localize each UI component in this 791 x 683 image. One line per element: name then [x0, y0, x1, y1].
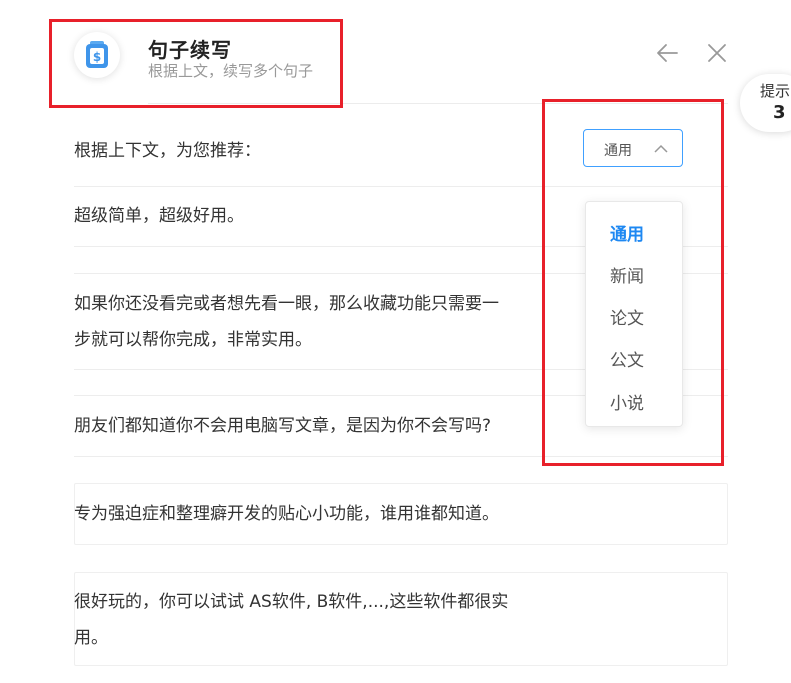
- hint-badge[interactable]: 提示 3: [740, 74, 791, 132]
- close-icon: [708, 44, 726, 62]
- genre-select-value: 通用: [604, 143, 632, 159]
- sentence-item[interactable]: 朋友们都知道你不会用电脑写文章，是因为你不会写吗?: [74, 408, 491, 444]
- sentence-item[interactable]: 专为强迫症和整理癖开发的贴心小功能，谁用谁都知道。: [74, 496, 499, 532]
- chevron-up-icon: [654, 144, 668, 153]
- genre-select[interactable]: 通用: [583, 129, 683, 167]
- back-button[interactable]: [655, 40, 681, 66]
- dropdown-option-news[interactable]: 新闻: [610, 262, 644, 287]
- svg-text:$: $: [93, 50, 101, 64]
- dropdown-option-novel[interactable]: 小说: [610, 389, 644, 414]
- close-button[interactable]: [704, 40, 730, 66]
- clipboard-dollar-icon: $: [86, 41, 108, 68]
- sentence-item[interactable]: 如果你还没看完或者想先看一眼，那么收藏功能只需要一 步就可以帮你完成，非常实用。: [74, 286, 499, 358]
- sentence-item[interactable]: 很好玩的，你可以试试 AS软件, B软件,...,这些软件都很实 用。: [74, 584, 508, 656]
- sentence-item[interactable]: 超级简单，超级好用。: [74, 198, 244, 234]
- divider: [74, 186, 728, 187]
- app-logo: $: [74, 32, 120, 78]
- page-subtitle: 根据上文，续写多个句子: [148, 62, 314, 80]
- arrow-left-icon: [657, 44, 678, 62]
- page-title: 句子续写: [148, 38, 232, 62]
- dropdown-option-general[interactable]: 通用: [610, 220, 644, 245]
- hint-label: 提示: [760, 82, 791, 100]
- header: $ 句子续写 根据上文，续写多个句子: [0, 0, 791, 104]
- dropdown-option-paper[interactable]: 论文: [610, 304, 644, 329]
- dropdown-option-official[interactable]: 公文: [610, 346, 644, 371]
- hint-count: 3: [773, 102, 786, 123]
- recommend-prompt: 根据上下文，为您推荐：: [74, 141, 261, 161]
- genre-dropdown-menu: 通用 新闻 论文 公文 小说: [585, 201, 683, 427]
- divider: [74, 456, 728, 457]
- header-divider: [148, 103, 728, 104]
